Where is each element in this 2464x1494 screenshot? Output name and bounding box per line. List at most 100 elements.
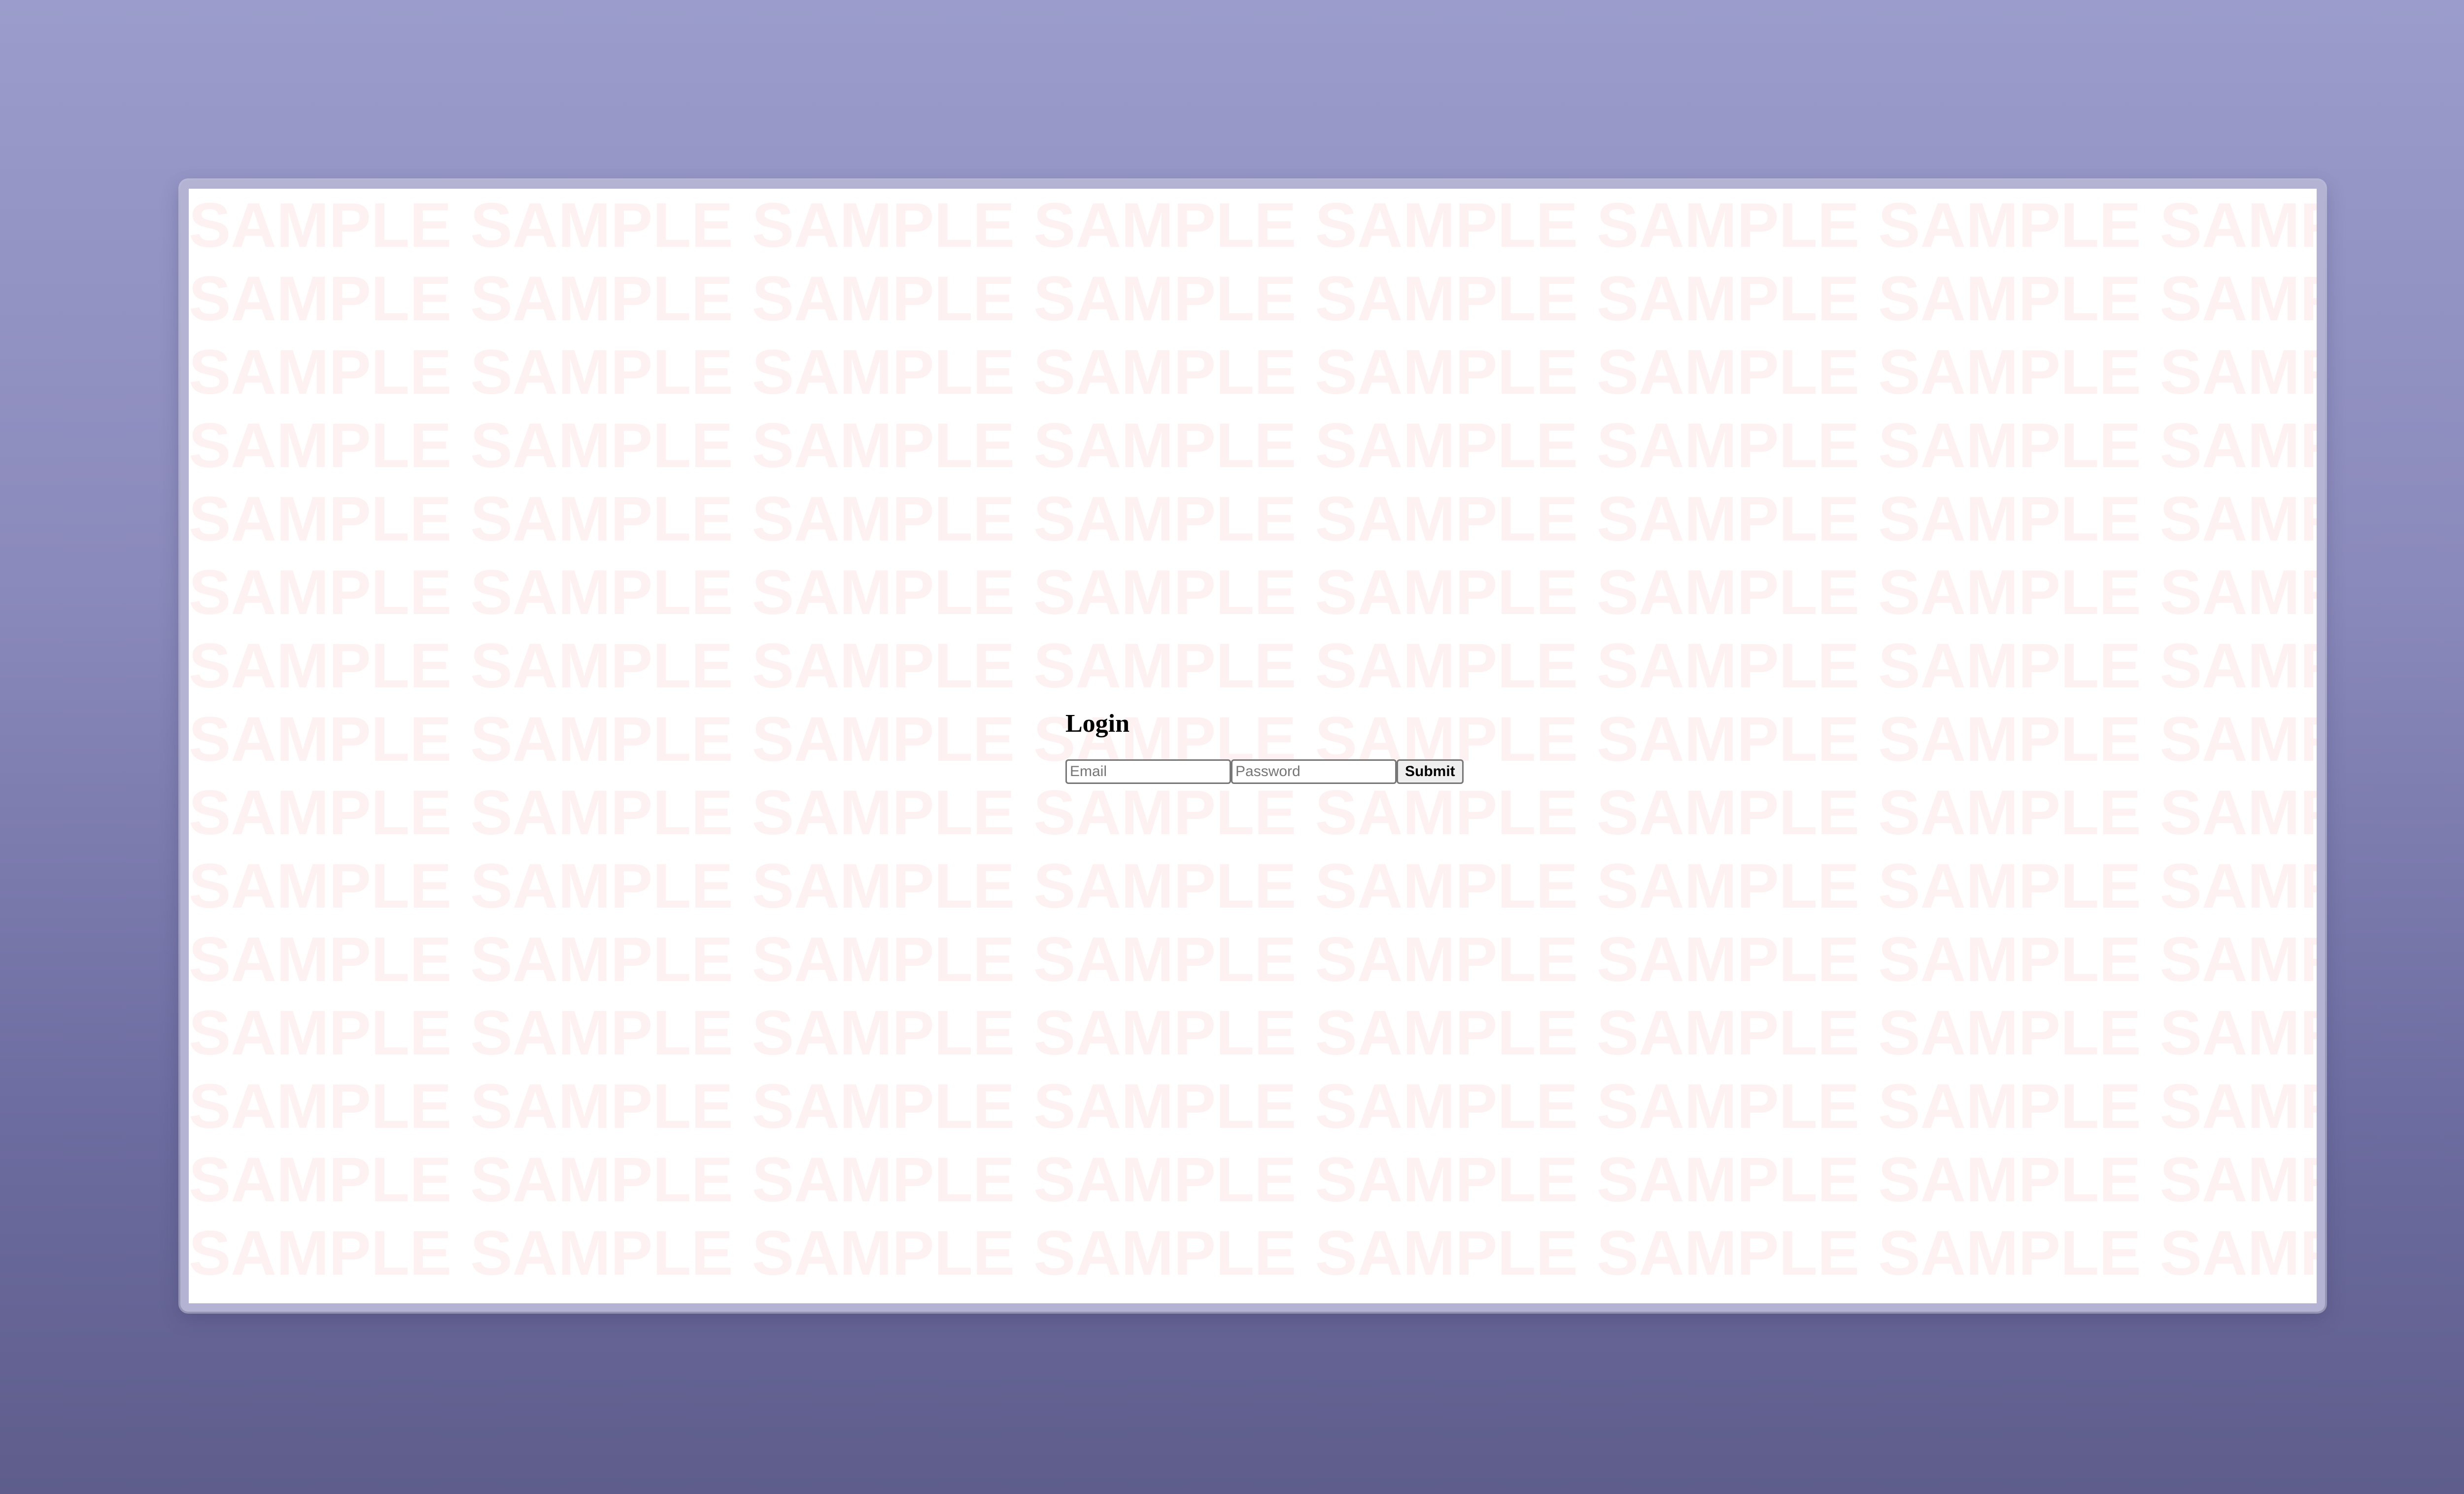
- login-panel: Login Submit: [1065, 708, 1464, 784]
- watermark-text: SAMPLE: [470, 337, 733, 407]
- watermark-text: SAMPLE: [752, 264, 1015, 334]
- watermark-row: SAMPLE SAMPLE SAMPLE SAMPLE SAMPLE SAMPLE SAMP…: [189, 1070, 2317, 1143]
- watermark-text: SAMPLE: [1878, 778, 2141, 848]
- watermark-text: SAMPLE: [470, 1218, 733, 1289]
- watermark-text: SAMPLE: [1033, 631, 1297, 701]
- watermark-text: SAMPLE: [2159, 484, 2317, 554]
- watermark-text: SAMPLE: [189, 1145, 452, 1215]
- watermark-text: SAMPLE: [189, 998, 452, 1068]
- watermark-text: SAMPLE: [1878, 484, 2141, 554]
- watermark-text: SAMPLE: [2159, 778, 2317, 848]
- watermark-text: SAMPLE: [189, 631, 452, 701]
- watermark-text: SAMPLE: [1033, 851, 1297, 921]
- watermark-row: SAMPLE SAMPLE SAMPLE SAMPLE SAMPLE SAMPLE SAMP…: [189, 556, 2317, 629]
- watermark-text: SAMPLE: [752, 778, 1015, 848]
- watermark-text: SAMPLE: [189, 410, 452, 481]
- watermark-text: SAMPLE: [470, 924, 733, 995]
- watermark-text: SAMPLE: [2159, 337, 2317, 407]
- watermark-text: SAMPLE: [2159, 1071, 2317, 1142]
- watermark-text: SAMPLE: [1033, 924, 1297, 995]
- watermark-text: SAMPLE: [189, 557, 452, 628]
- password-input[interactable]: [1231, 759, 1397, 784]
- watermark-text: SAMPLE: [752, 1071, 1015, 1142]
- watermark-row: SAMPLE SAMPLE SAMPLE SAMPLE SAMPLE SAMPLE SAMP…: [189, 849, 2317, 923]
- submit-button[interactable]: Submit: [1397, 759, 1464, 784]
- watermark-text: SAMPLE: [1878, 631, 2141, 701]
- watermark-text: SAMPLE: [2159, 631, 2317, 701]
- watermark-text: SAMPLE: [752, 557, 1015, 628]
- watermark-row: SAMPLE SAMPLE SAMPLE SAMPLE SAMPLE SAMPLE SAMP…: [189, 336, 2317, 409]
- watermark-text: SAMPLE: [1596, 190, 1860, 261]
- watermark-text: SAMPLE: [2159, 924, 2317, 995]
- watermark-text: SAMPLE: [1315, 1071, 1578, 1142]
- watermark-text: SAMPLE: [189, 851, 452, 921]
- watermark-text: SAMPLE: [1315, 484, 1578, 554]
- watermark-text: SAMPLE: [470, 557, 733, 628]
- watermark-text: SAMPLE: [1596, 557, 1860, 628]
- watermark-text: SAMPLE: [1315, 1145, 1578, 1215]
- watermark-text: SAMPLE: [1315, 851, 1578, 921]
- watermark-text: SAMPLE: [1033, 1071, 1297, 1142]
- watermark-text: SAMPLE: [1033, 484, 1297, 554]
- watermark-text: SAMPLE: [1596, 337, 1860, 407]
- watermark-text: SAMPLE: [189, 264, 452, 334]
- watermark-text: SAMPLE: [1596, 484, 1860, 554]
- watermark-text: SAMPLE: [1315, 337, 1578, 407]
- watermark-text: SAMPLE: [1033, 1218, 1297, 1289]
- watermark-row: SAMPLE SAMPLE SAMPLE SAMPLE SAMPLE SAMPLE SAMP…: [189, 1143, 2317, 1217]
- watermark-text: SAMPLE: [1596, 410, 1860, 481]
- watermark-text: SAMPLE: [752, 1218, 1015, 1289]
- watermark-text: SAMPLE: [1033, 190, 1297, 261]
- watermark-text: SAMPLE: [752, 924, 1015, 995]
- watermark-text: SAMPLE: [1596, 998, 1860, 1068]
- watermark-text: SAMPLE: [1596, 924, 1860, 995]
- watermark-text: SAMPLE: [1878, 264, 2141, 334]
- watermark-text: SAMPLE: [1033, 337, 1297, 407]
- watermark-text: SAMPLE: [1596, 1218, 1860, 1289]
- watermark-row: SAMPLE SAMPLE SAMPLE SAMPLE SAMPLE SAMPLE SAMP…: [189, 1217, 2317, 1290]
- watermark-text: SAMPLE: [189, 924, 452, 995]
- watermark-row: SAMPLE SAMPLE SAMPLE SAMPLE SAMPLE SAMPLE SAMP…: [189, 262, 2317, 336]
- watermark-text: SAMPLE: [189, 704, 452, 775]
- watermark-text: SAMPLE: [1315, 631, 1578, 701]
- watermark-text: SAMPLE: [189, 1218, 452, 1289]
- watermark-text: SAMPLE: [189, 484, 452, 554]
- watermark-text: SAMPLE: [189, 778, 452, 848]
- watermark-text: SAMPLE: [752, 337, 1015, 407]
- watermark-text: SAMPLE: [1878, 998, 2141, 1068]
- watermark-text: SAMPLE: [1596, 1071, 1860, 1142]
- browser-window-frame: SAMPLE SAMPLE SAMPLE SAMPLE SAMPLE SAMPLE SAMP…: [180, 180, 2325, 1312]
- watermark-text: SAMPLE: [1033, 264, 1297, 334]
- watermark-text: SAMPLE: [752, 631, 1015, 701]
- watermark-text: SAMPLE: [752, 410, 1015, 481]
- watermark-text: SAMPLE: [470, 631, 733, 701]
- watermark-text: SAMPLE: [1878, 924, 2141, 995]
- watermark-text: SAMPLE: [752, 1145, 1015, 1215]
- watermark-text: SAMPLE: [189, 1071, 452, 1142]
- watermark-text: SAMPLE: [189, 190, 452, 261]
- watermark-text: SAMPLE: [1596, 631, 1860, 701]
- watermark-text: SAMPLE: [1596, 704, 1860, 775]
- watermark-text: SAMPLE: [1315, 924, 1578, 995]
- watermark-text: SAMPLE: [1596, 1145, 1860, 1215]
- watermark-text: SAMPLE: [2159, 998, 2317, 1068]
- login-form: Submit: [1065, 759, 1464, 784]
- watermark-text: SAMPLE: [1033, 410, 1297, 481]
- watermark-text: SAMPLE: [1878, 190, 2141, 261]
- watermark-row: SAMPLE SAMPLE SAMPLE SAMPLE SAMPLE SAMPLE SAMP…: [189, 776, 2317, 849]
- watermark-text: SAMPLE: [1596, 264, 1860, 334]
- email-input[interactable]: [1065, 759, 1231, 784]
- watermark-text: SAMPLE: [1315, 190, 1578, 261]
- watermark-text: SAMPLE: [2159, 190, 2317, 261]
- watermark-text: SAMPLE: [1878, 851, 2141, 921]
- watermark-text: SAMPLE: [1878, 1145, 2141, 1215]
- watermark-text: SAMPLE: [1596, 851, 1860, 921]
- watermark-text: SAMPLE: [1878, 1218, 2141, 1289]
- watermark-text: SAMPLE: [470, 264, 733, 334]
- watermark-text: SAMPLE: [1033, 998, 1297, 1068]
- watermark-text: SAMPLE: [1315, 1218, 1578, 1289]
- watermark-text: SAMPLE: [1033, 778, 1297, 848]
- watermark-text: SAMPLE: [2159, 704, 2317, 775]
- watermark-row: SAMPLE SAMPLE SAMPLE SAMPLE SAMPLE SAMPLE SAMP…: [189, 482, 2317, 556]
- watermark-text: SAMPLE: [1315, 998, 1578, 1068]
